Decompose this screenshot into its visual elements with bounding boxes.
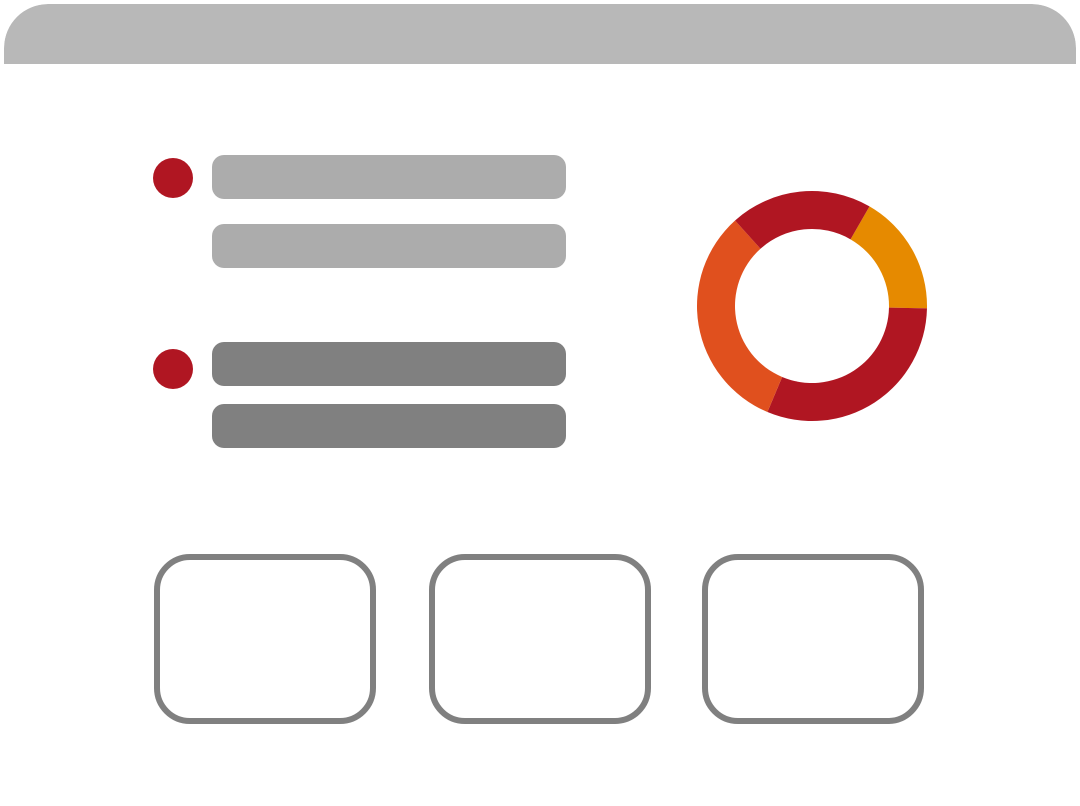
donut-segment <box>697 220 783 413</box>
donut-segment <box>850 206 927 309</box>
text-line-placeholder <box>212 342 566 386</box>
text-line-placeholder <box>212 404 566 448</box>
donut-segment <box>767 307 927 421</box>
bullet-dot-icon <box>153 349 193 389</box>
app-window <box>4 4 1076 806</box>
text-line-placeholder <box>212 155 566 199</box>
donut-chart-icon <box>697 191 927 421</box>
card-placeholder[interactable] <box>429 554 651 724</box>
bullet-dot-icon <box>153 158 193 198</box>
title-bar <box>4 4 1076 64</box>
donut-segment <box>735 191 870 249</box>
card-placeholder[interactable] <box>154 554 376 724</box>
text-line-placeholder <box>212 224 566 268</box>
card-placeholder[interactable] <box>702 554 924 724</box>
